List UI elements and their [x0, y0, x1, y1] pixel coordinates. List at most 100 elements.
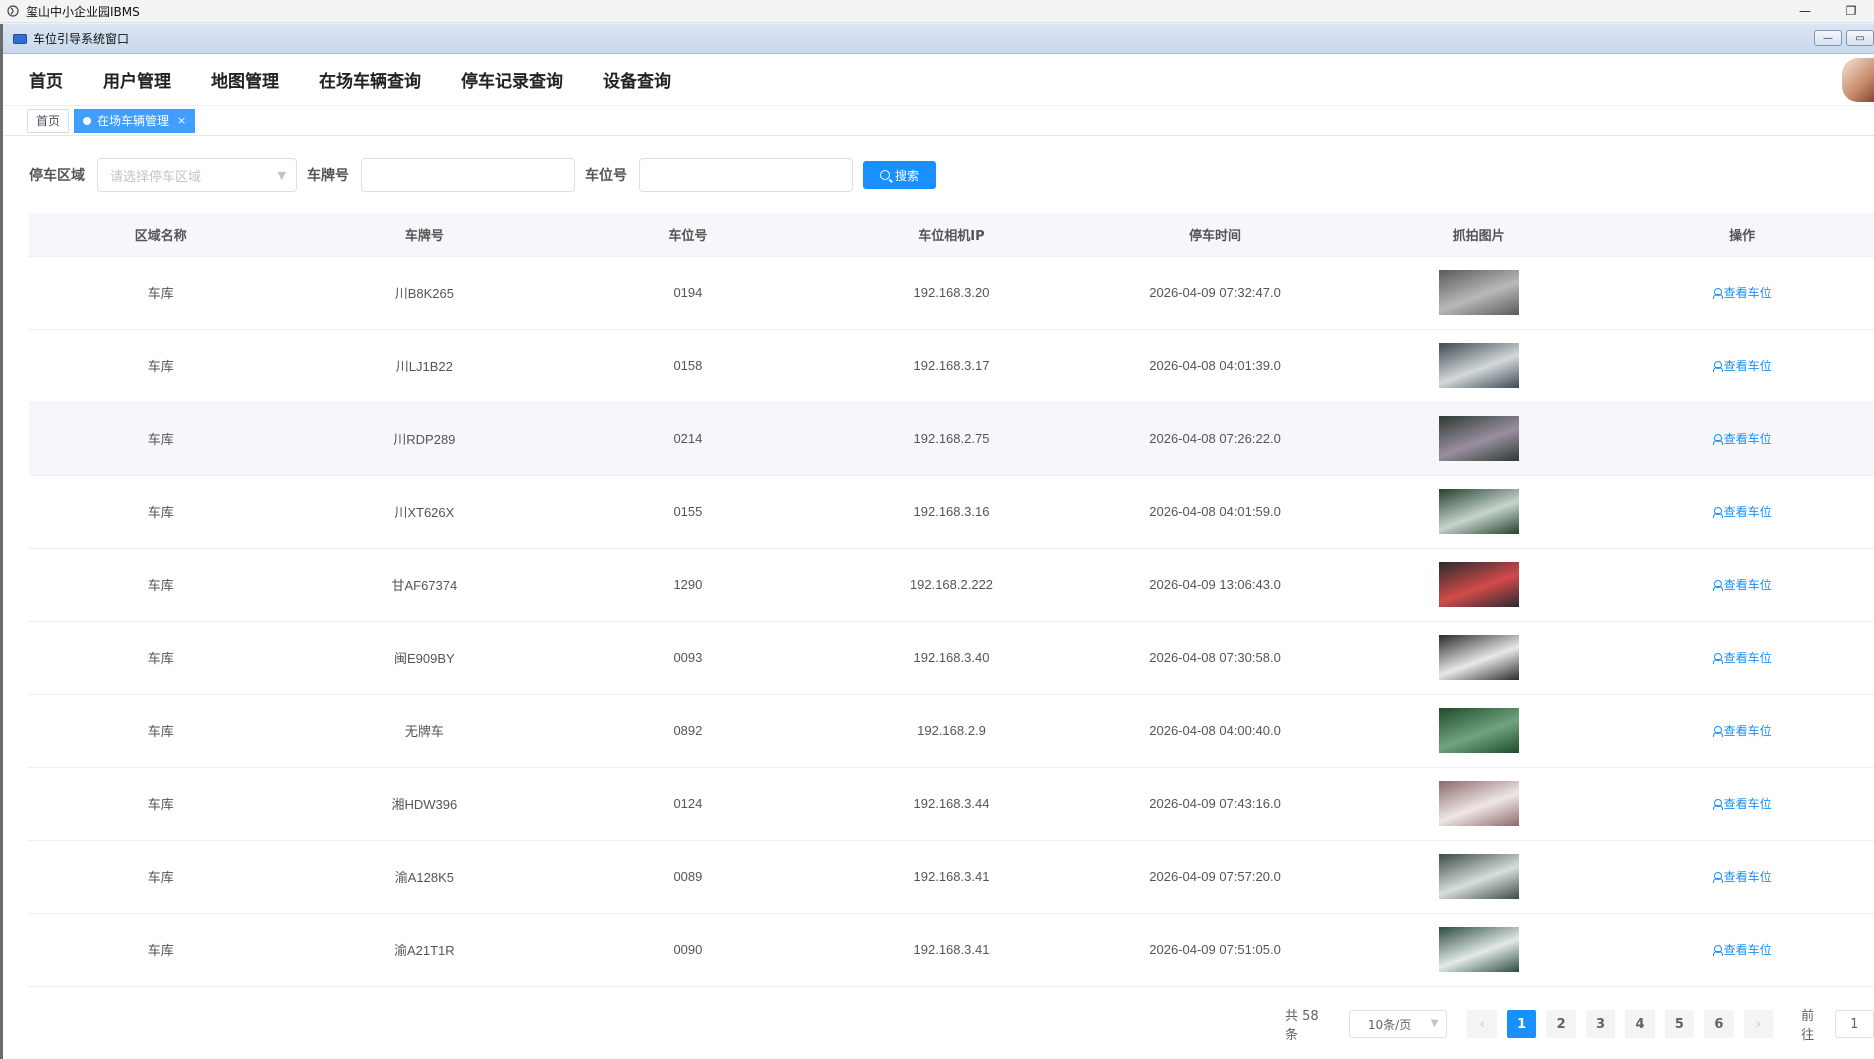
pagination: 共 58 条 10条/页 ▼ ‹ 1 2 3 4 5 6 › 前往 1: [1285, 1009, 1874, 1043]
area-cell: 车库: [29, 694, 293, 768]
table-header-row: 区域名称 车牌号 车位号 车位相机IP 停车时间 抓拍图片 操作: [29, 213, 1874, 257]
time-cell: 2026-04-08 04:01:39.0: [1083, 329, 1347, 403]
plate-cell: 渝A128K5: [292, 840, 557, 914]
page-size-value: 10条/页: [1367, 1017, 1412, 1032]
ip-cell: 192.168.2.222: [819, 548, 1084, 622]
view-space-link[interactable]: 查看车位: [1712, 722, 1772, 739]
page-5-button[interactable]: 5: [1664, 1010, 1695, 1038]
nav-item-vehicle-query[interactable]: 在场车辆查询: [319, 67, 421, 92]
snapshot-cell: [1346, 256, 1611, 330]
ip-cell: 192.168.3.40: [819, 621, 1084, 695]
space-cell: 0155: [556, 475, 820, 549]
tab-vehicle-management[interactable]: 在场车辆管理 ×: [74, 108, 196, 133]
inner-restore-button[interactable]: ▭: [1846, 30, 1874, 46]
snapshot-thumbnail[interactable]: [1438, 781, 1519, 826]
user-icon: [1712, 506, 1723, 518]
vehicle-table: 区域名称 车牌号 车位号 车位相机IP 停车时间 抓拍图片 操作 车库 川B8K2…: [29, 213, 1874, 987]
area-cell: 车库: [29, 475, 293, 549]
avatar[interactable]: [1842, 58, 1874, 102]
inner-window-title: 车位引导系统窗口: [33, 32, 130, 46]
minimize-button[interactable]: —: [1782, 0, 1828, 22]
view-space-label: 查看车位: [1723, 359, 1772, 373]
nav-item-user-management[interactable]: 用户管理: [103, 67, 171, 92]
total-count: 共 58 条: [1285, 1009, 1319, 1043]
space-cell: 0892: [556, 694, 820, 768]
space-input[interactable]: [639, 158, 853, 192]
view-space-label: 查看车位: [1723, 943, 1772, 957]
prev-page-button[interactable]: ‹: [1467, 1010, 1497, 1038]
snapshot-thumbnail[interactable]: [1438, 270, 1519, 315]
time-cell: 2026-04-09 07:32:47.0: [1083, 256, 1347, 330]
view-space-link[interactable]: 查看车位: [1712, 576, 1772, 593]
space-cell: 1290: [556, 548, 820, 622]
tab-home[interactable]: 首页: [27, 108, 70, 133]
snapshot-cell: [1346, 402, 1611, 476]
action-cell: 查看车位: [1610, 694, 1874, 768]
view-space-link[interactable]: 查看车位: [1712, 649, 1772, 666]
search-icon: [879, 170, 890, 180]
view-space-label: 查看车位: [1723, 505, 1772, 519]
snapshot-thumbnail[interactable]: [1438, 927, 1519, 972]
page-1-button[interactable]: 1: [1506, 1010, 1537, 1038]
snapshot-thumbnail[interactable]: [1438, 489, 1519, 534]
area-cell: 车库: [29, 548, 293, 622]
area-cell: 车库: [29, 767, 293, 841]
page-2-button[interactable]: 2: [1546, 1010, 1576, 1038]
page-6-button[interactable]: 6: [1704, 1010, 1734, 1038]
area-cell: 车库: [29, 329, 293, 403]
space-cell: 0093: [556, 621, 820, 695]
ip-cell: 192.168.2.9: [819, 694, 1084, 768]
nav-item-map-management[interactable]: 地图管理: [211, 67, 279, 92]
chevron-down-icon: ▼: [277, 169, 286, 182]
user-icon: [1712, 725, 1723, 737]
inner-minimize-button[interactable]: —: [1814, 30, 1842, 46]
nav-item-device-query[interactable]: 设备查询: [603, 67, 671, 92]
inner-window-controls: — ▭: [1814, 30, 1874, 46]
user-icon: [1712, 287, 1723, 299]
area-cell: 车库: [29, 840, 293, 914]
search-button[interactable]: 搜索: [863, 161, 936, 189]
view-space-link[interactable]: 查看车位: [1712, 795, 1772, 812]
user-icon: [1712, 944, 1723, 956]
main-content: 停车区域 请选择停车区域 ▼ 车牌号 车位号 搜索 区域名称 车牌号 车位号 车…: [3, 138, 1874, 1059]
snapshot-thumbnail[interactable]: [1438, 854, 1519, 899]
next-page-button[interactable]: ›: [1743, 1010, 1774, 1038]
view-space-label: 查看车位: [1723, 724, 1772, 738]
table-row: 车库 川LJ1B22 0158 192.168.3.17 2026-04-08 04:0…: [29, 329, 1874, 403]
snapshot-thumbnail[interactable]: [1438, 343, 1519, 388]
jump-input[interactable]: 1: [1834, 1010, 1874, 1038]
view-space-label: 查看车位: [1723, 286, 1772, 300]
close-icon[interactable]: ×: [177, 114, 186, 127]
area-select[interactable]: 请选择停车区域 ▼: [97, 158, 297, 192]
page-3-button[interactable]: 3: [1585, 1010, 1616, 1038]
snapshot-thumbnail[interactable]: [1438, 708, 1519, 753]
ip-cell: 192.168.3.41: [819, 913, 1084, 987]
page-4-button[interactable]: 4: [1625, 1010, 1655, 1038]
view-space-link[interactable]: 查看车位: [1712, 357, 1772, 374]
page-size-select[interactable]: 10条/页 ▼: [1348, 1010, 1448, 1038]
nav-item-parking-records[interactable]: 停车记录查询: [461, 67, 563, 92]
filter-bar: 停车区域 请选择停车区域 ▼ 车牌号 车位号 搜索: [29, 158, 936, 192]
view-space-link[interactable]: 查看车位: [1712, 503, 1772, 520]
space-cell: 0124: [556, 767, 820, 841]
snapshot-cell: [1346, 840, 1611, 914]
snapshot-thumbnail[interactable]: [1438, 635, 1519, 680]
table-row: 车库 甘AF67374 1290 192.168.2.222 2026-04-09 13…: [29, 548, 1874, 622]
col-plate: 车牌号: [292, 213, 557, 257]
view-space-link[interactable]: 查看车位: [1712, 284, 1772, 301]
main-nav: 首页 用户管理 地图管理 在场车辆查询 停车记录查询 设备查询: [3, 54, 1874, 106]
restore-button[interactable]: ❐: [1828, 0, 1874, 22]
snapshot-thumbnail[interactable]: [1438, 416, 1519, 461]
action-cell: 查看车位: [1610, 329, 1874, 403]
snapshot-thumbnail[interactable]: [1438, 562, 1519, 607]
plate-input[interactable]: [361, 158, 575, 192]
view-space-label: 查看车位: [1723, 651, 1772, 665]
view-space-link[interactable]: 查看车位: [1712, 430, 1772, 447]
tab-bar: 首页 在场车辆管理 ×: [3, 106, 1874, 136]
view-space-link[interactable]: 查看车位: [1712, 941, 1772, 958]
time-cell: 2026-04-09 13:06:43.0: [1083, 548, 1347, 622]
time-cell: 2026-04-08 07:26:22.0: [1083, 402, 1347, 476]
view-space-link[interactable]: 查看车位: [1712, 868, 1772, 885]
nav-item-home[interactable]: 首页: [29, 67, 63, 92]
plate-cell: 川RDP289: [292, 402, 557, 476]
